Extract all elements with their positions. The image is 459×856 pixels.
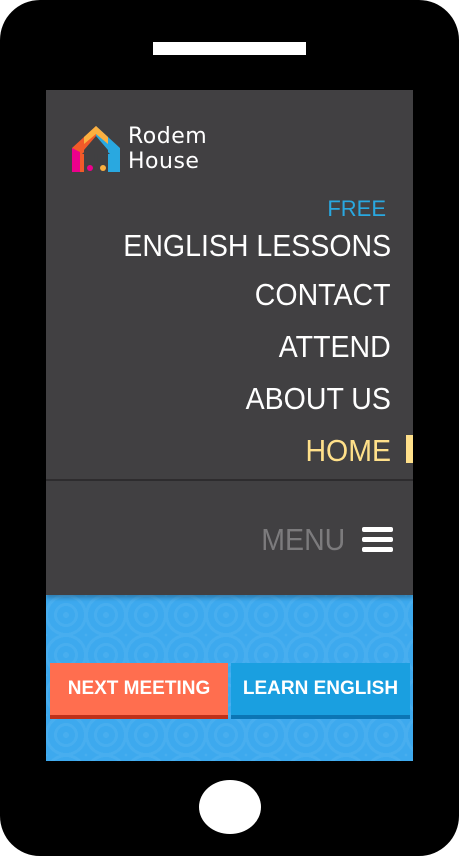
phone-speaker	[153, 42, 306, 55]
brand-line-2: House	[128, 149, 200, 174]
nav-item-contact[interactable]: CONTACT	[255, 277, 391, 313]
next-meeting-button[interactable]: NEXT MEETING	[50, 663, 228, 719]
nav-item-attend[interactable]: ATTEND	[279, 329, 391, 365]
phone-frame: Rodem House FREE ENGLISH LESSONS CONTACT…	[0, 0, 459, 856]
nav-item-about-us[interactable]: ABOUT US	[246, 381, 391, 417]
nav-item-english-lessons[interactable]: ENGLISH LESSONS	[123, 228, 391, 264]
phone-home-button	[199, 780, 261, 834]
brand-name[interactable]: Rodem House	[128, 124, 207, 174]
brand-line-1: Rodem	[128, 124, 208, 149]
menu-bar	[46, 481, 413, 595]
menu-toggle-label[interactable]: MENU	[261, 522, 345, 558]
nav-drawer: Rodem House FREE ENGLISH LESSONS CONTACT…	[46, 90, 413, 480]
nav-item-home[interactable]: HOME	[305, 433, 391, 469]
mobile-screen: Rodem House FREE ENGLISH LESSONS CONTACT…	[46, 90, 413, 761]
house-umbrella-logo-icon[interactable]	[70, 124, 122, 174]
hamburger-icon[interactable]	[362, 527, 393, 553]
learn-english-button[interactable]: LEARN ENGLISH	[231, 663, 410, 719]
active-indicator	[406, 435, 413, 463]
free-label: FREE	[327, 196, 386, 221]
